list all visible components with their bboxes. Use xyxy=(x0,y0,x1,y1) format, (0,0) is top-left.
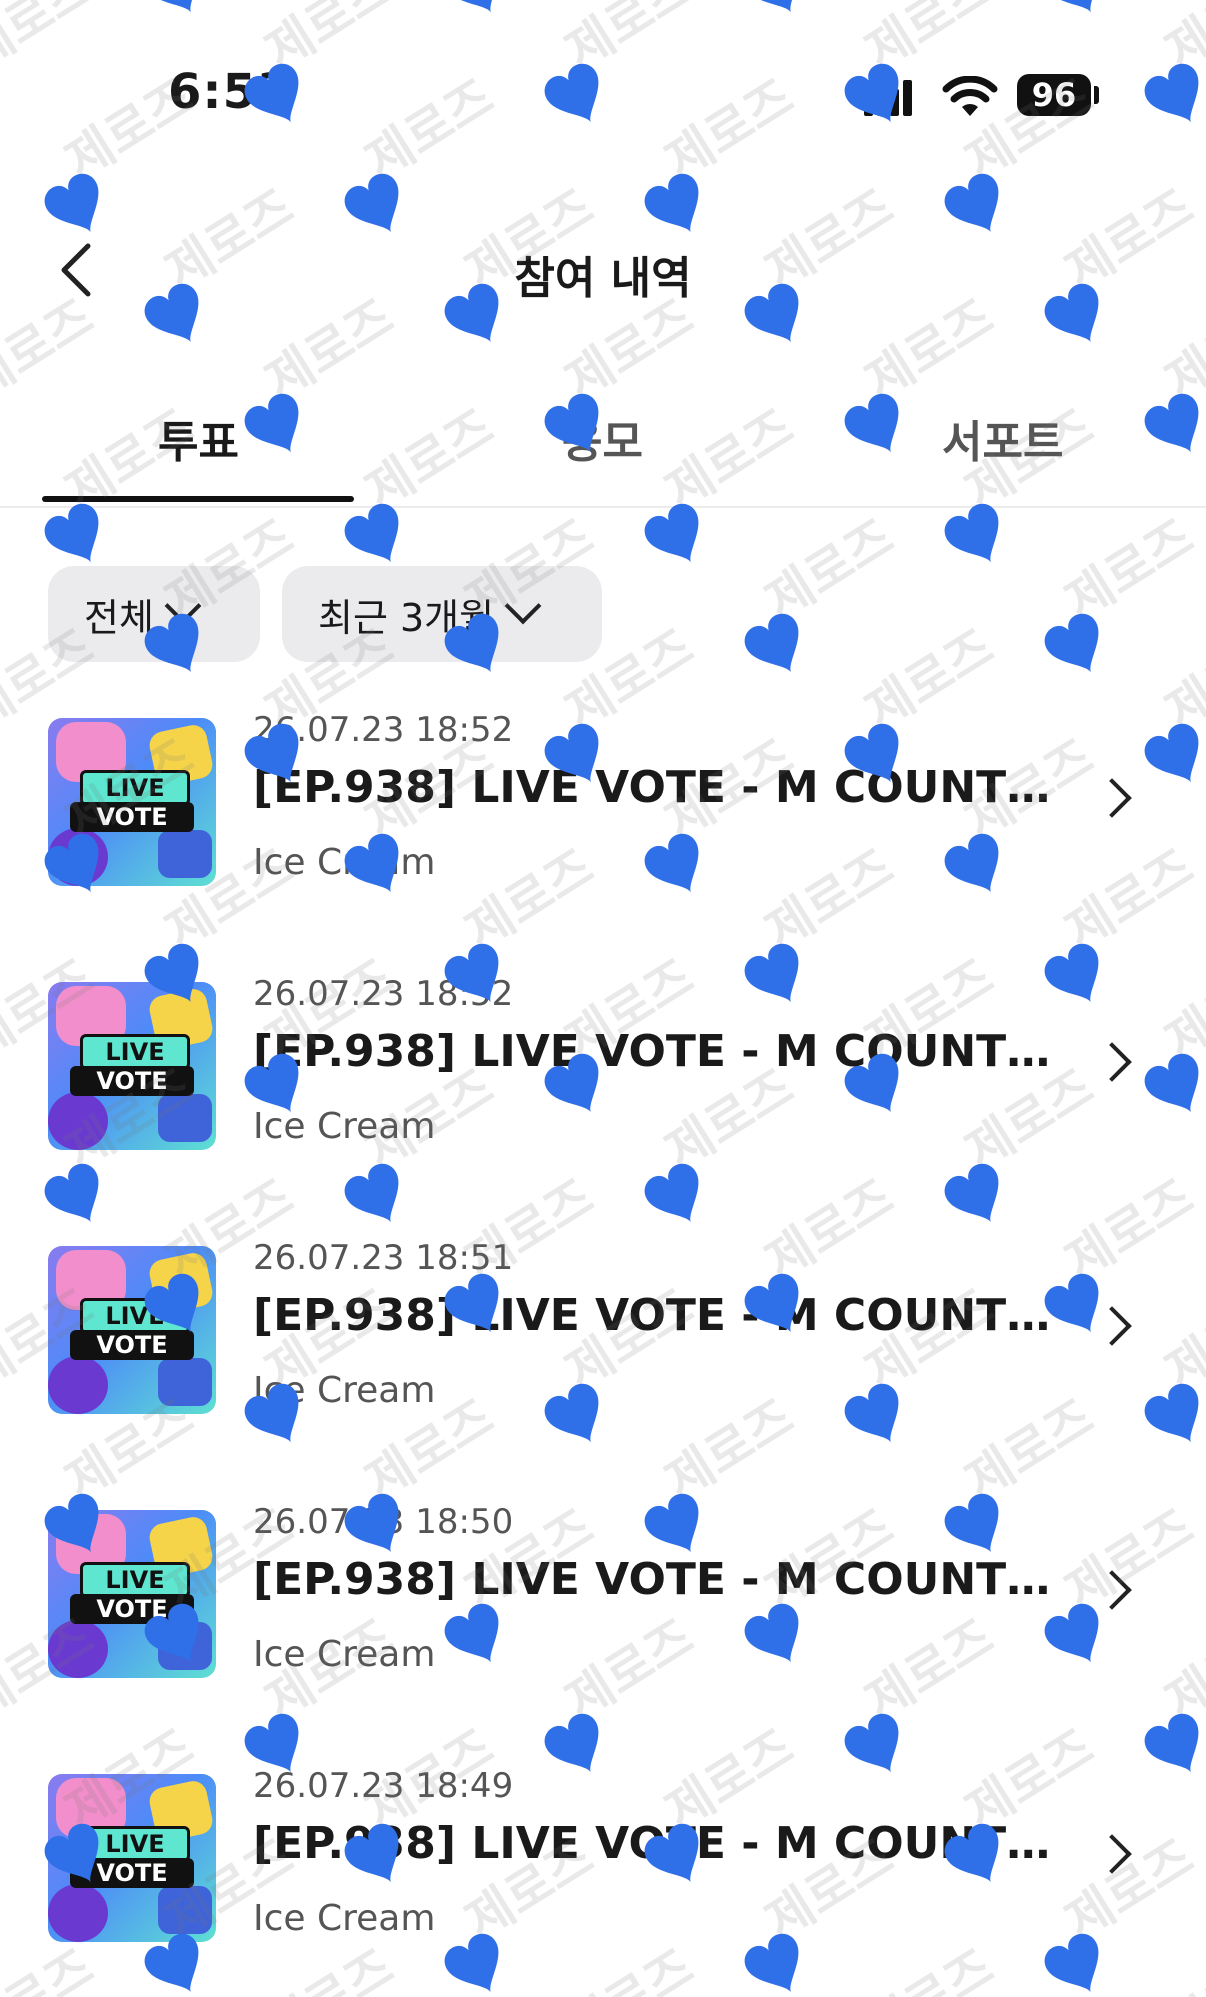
thumbnail-text-vote: VOTE xyxy=(70,1066,194,1096)
item-subtitle: Ice Cream xyxy=(253,1370,436,1411)
cellular-signal-icon xyxy=(864,80,912,116)
list-item[interactable]: LIVE VOTE 26.07.23 18:50 [EP.938] LIVE VO… xyxy=(0,1502,1206,1702)
chevron-right-icon xyxy=(1092,778,1132,818)
tab-entry[interactable]: 응모 xyxy=(562,406,643,470)
list-item[interactable]: LIVE VOTE 26.07.23 18:52 [EP.938] LIVE VO… xyxy=(0,974,1206,1174)
thumbnail-text-vote: VOTE xyxy=(70,1858,194,1888)
period-filter-dropdown[interactable]: 최근 3개월 xyxy=(282,566,602,662)
chevron-right-icon xyxy=(1092,1834,1132,1874)
tab-bar: 투표 응모 서포트 xyxy=(0,390,1206,508)
item-title: [EP.938] LIVE VOTE - M COUNTDOWN xyxy=(253,762,1053,813)
nav-header: 참여 내역 xyxy=(0,220,1206,320)
item-subtitle: Ice Cream xyxy=(253,1106,436,1147)
item-date: 26.07.23 18:52 xyxy=(253,710,514,750)
heart-icon xyxy=(744,613,799,673)
item-title: [EP.938] LIVE VOTE - M COUNTDOWN xyxy=(253,1026,1053,1077)
tab-vote[interactable]: 투표 xyxy=(158,406,239,470)
period-filter-label: 최근 3개월 xyxy=(318,595,495,640)
chevron-down-icon xyxy=(164,587,202,625)
status-bar: 6:53 96 xyxy=(0,0,1206,200)
status-time: 6:53 xyxy=(168,64,292,120)
chevron-right-icon xyxy=(1092,1042,1132,1082)
item-subtitle: Ice Cream xyxy=(253,1634,436,1675)
item-title: [EP.938] LIVE VOTE - M COUNTDOWN xyxy=(253,1554,1053,1605)
heart-icon xyxy=(344,503,399,563)
watermark-text: 제로즈 xyxy=(1056,508,1204,630)
active-tab-indicator xyxy=(42,496,354,502)
thumbnail-text-live: LIVE xyxy=(80,1034,190,1070)
thumbnail-text-vote: VOTE xyxy=(70,1330,194,1360)
tab-support[interactable]: 서포트 xyxy=(942,406,1063,470)
chevron-down-icon xyxy=(504,587,542,625)
live-vote-thumbnail: LIVE VOTE xyxy=(48,1510,216,1678)
heart-icon xyxy=(644,503,699,563)
heart-icon xyxy=(1044,613,1099,673)
battery-cap xyxy=(1094,86,1099,104)
thumbnail-text-live: LIVE xyxy=(80,1562,190,1598)
battery-icon: 96 xyxy=(1017,74,1091,116)
item-subtitle: Ice Cream xyxy=(253,842,436,883)
item-date: 26.07.23 18:50 xyxy=(253,1502,514,1542)
wifi-icon xyxy=(942,76,998,116)
item-date: 26.07.23 18:49 xyxy=(253,1766,514,1806)
chevron-right-icon xyxy=(1092,1570,1132,1610)
chevron-right-icon xyxy=(1092,1306,1132,1346)
item-date: 26.07.23 18:51 xyxy=(253,1238,514,1278)
item-subtitle: Ice Cream xyxy=(253,1898,436,1939)
list-item[interactable]: LIVE VOTE 26.07.23 18:52 [EP.938] LIVE VO… xyxy=(0,710,1206,910)
thumbnail-text-vote: VOTE xyxy=(70,1594,194,1624)
live-vote-thumbnail: LIVE VOTE xyxy=(48,1774,216,1942)
type-filter-dropdown[interactable]: 전체 xyxy=(48,566,260,662)
page-title: 참여 내역 xyxy=(514,253,692,304)
item-date: 26.07.23 18:52 xyxy=(253,974,514,1014)
item-title: [EP.938] LIVE VOTE - M COUNTDOWN xyxy=(253,1290,1053,1341)
watermark-text: 제로즈 xyxy=(0,508,3,630)
thumbnail-text-live: LIVE xyxy=(80,1298,190,1334)
thumbnail-text-live: LIVE xyxy=(80,770,190,806)
heart-icon xyxy=(944,503,999,563)
live-vote-thumbnail: LIVE VOTE xyxy=(48,1246,216,1414)
type-filter-label: 전체 xyxy=(84,595,154,640)
list-item[interactable]: LIVE VOTE 26.07.23 18:49 [EP.938] LIVE VO… xyxy=(0,1766,1206,1966)
thumbnail-text-live: LIVE xyxy=(80,1826,190,1862)
live-vote-thumbnail: LIVE VOTE xyxy=(48,982,216,1150)
thumbnail-text-vote: VOTE xyxy=(70,802,194,832)
item-title: [EP.938] LIVE VOTE - M COUNTDOWN xyxy=(253,1818,1053,1869)
list-item[interactable]: LIVE VOTE 26.07.23 18:51 [EP.938] LIVE VO… xyxy=(0,1238,1206,1438)
live-vote-thumbnail: LIVE VOTE xyxy=(48,718,216,886)
heart-icon xyxy=(44,503,99,563)
watermark-text: 제로즈 xyxy=(756,508,904,630)
